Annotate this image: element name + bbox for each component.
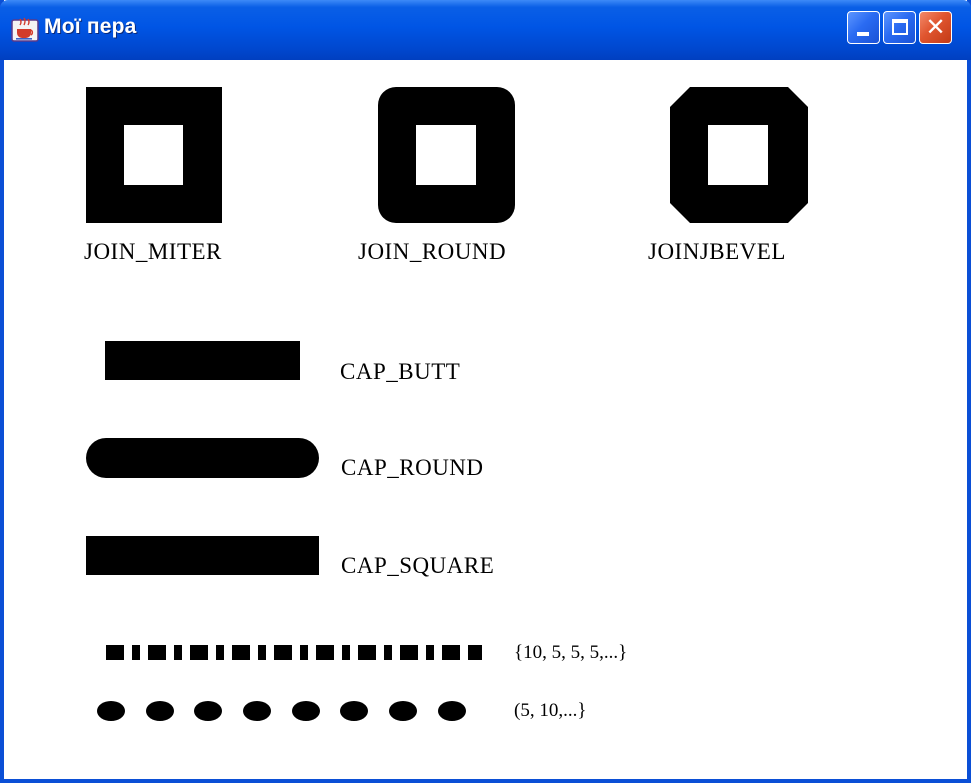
join-miter-shape — [86, 87, 222, 223]
join-bevel-label: JOINJBEVEL — [648, 239, 786, 264]
cap-butt-label: CAP_BUTT — [340, 359, 461, 384]
dash-pattern-line-1 — [106, 645, 482, 660]
cap-square-line — [86, 536, 319, 575]
join-bevel-shape — [670, 87, 808, 223]
dash-pattern-2-label: (5, 10,...} — [514, 700, 587, 721]
cap-round-label: CAP_ROUND — [341, 455, 484, 480]
join-miter-label: JOIN_MITER — [84, 239, 222, 264]
cap-round-line — [86, 438, 319, 478]
cap-square-label: CAP_SQUARE — [341, 553, 495, 578]
dash-pattern-1-label: {10, 5, 5, 5,...} — [514, 642, 628, 663]
join-round-label: JOIN_ROUND — [358, 239, 507, 264]
cap-butt-line — [105, 341, 300, 380]
drawing-canvas — [86, 87, 808, 721]
join-round-shape — [378, 87, 515, 223]
dash-pattern-line-2 — [97, 701, 466, 721]
